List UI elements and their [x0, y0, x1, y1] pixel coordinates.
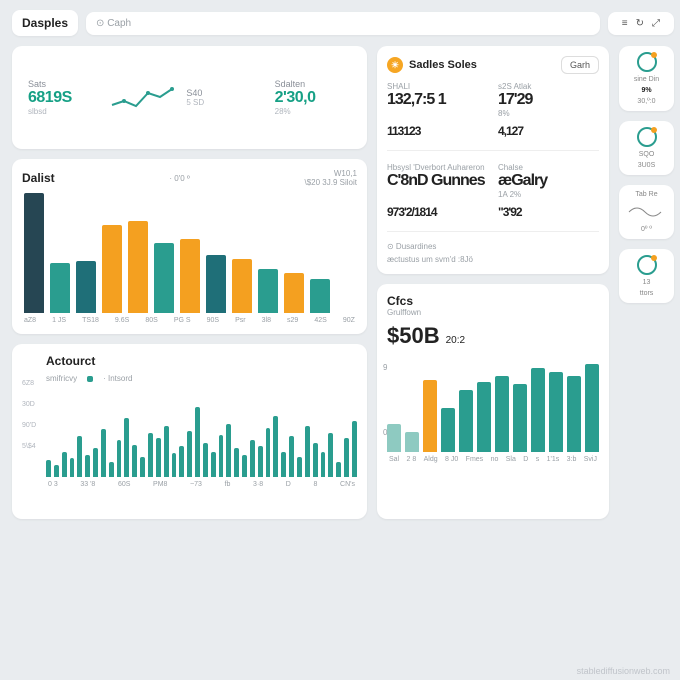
kpi-sats: Sats 6819S slbsd: [22, 79, 110, 116]
garh-button[interactable]: Garh: [561, 56, 599, 74]
expand-icon[interactable]: ⤢: [652, 18, 660, 29]
top-bar: Dasples ⊙ Caph ≡ ↻ ⤢: [12, 10, 674, 36]
kpi-s40: S40 5 SD: [180, 88, 268, 107]
widget-sqo[interactable]: SQO 3U0S: [619, 121, 674, 175]
search-input[interactable]: ⊙ Caph: [86, 12, 600, 35]
refresh-icon[interactable]: ↻: [636, 18, 644, 29]
widget-tab[interactable]: Tab Re 0º º: [619, 185, 674, 239]
chart-title: Actourct: [46, 354, 95, 368]
menu-icon[interactable]: ≡: [622, 18, 628, 29]
kpi-strip: Sats 6819S slbsd S40 5 SD Sdalten 2'30,0…: [12, 46, 367, 149]
sparkline: [110, 83, 180, 113]
chart-actourct: Actourct smifricvy · Intsord 6Z830D90'D5…: [12, 344, 367, 519]
wave-icon: [627, 202, 667, 222]
gauge-icon: [637, 52, 657, 72]
sun-icon: ☀: [387, 57, 403, 73]
sales-card: ☀Sadles Soles Garh SHALI132,7:5 1s2S Atl…: [377, 46, 609, 274]
cfcs-card: Cfcs Grulffown $50B 20:2 90 Sal2 8Aldg8 …: [377, 284, 609, 519]
gauge-icon: [637, 127, 657, 147]
cfcs-value: $50B: [387, 323, 440, 349]
widget-sine[interactable]: sine Din 9% 30,º:0: [619, 46, 674, 111]
view-toggle[interactable]: ≡ ↻ ⤢: [608, 12, 674, 35]
watermark: stablediffusionweb.com: [577, 666, 670, 676]
chart-dalist: Dalist · 0'0 º W10,1 \$20 3J.9 Siloit aZ…: [12, 159, 367, 334]
widget-13[interactable]: 13 ttors: [619, 249, 674, 303]
chart-title: Dalist: [22, 171, 55, 185]
gauge-icon: [637, 255, 657, 275]
app-title: Dasples: [12, 10, 78, 36]
kpi-sdalten: Sdalten 2'30,0 28%: [269, 79, 357, 116]
